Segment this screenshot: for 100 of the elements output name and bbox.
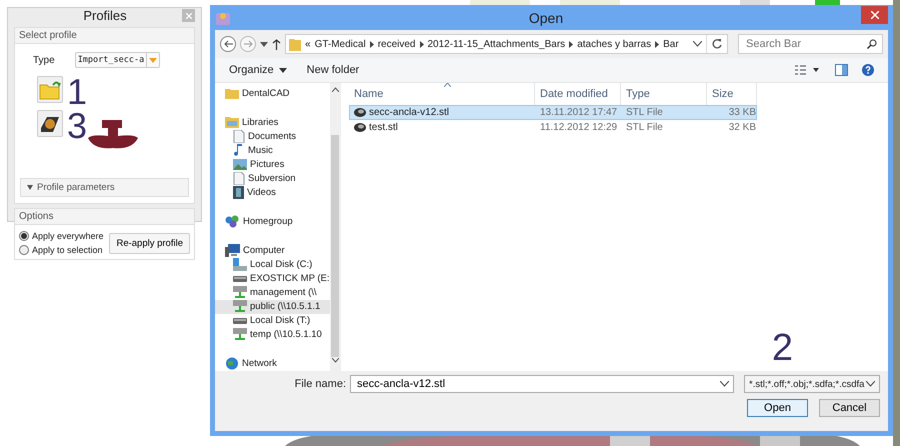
group-title: Options (15, 209, 194, 225)
chevron-down-icon (332, 358, 338, 363)
radio-label: Apply everywhere (32, 231, 104, 241)
caret-icon (278, 68, 287, 72)
mesh-file-icon (354, 123, 366, 132)
breadcrumb[interactable]: received (378, 38, 416, 50)
back-button[interactable] (220, 36, 236, 52)
panel-title: Profiles (82, 8, 128, 23)
document-icon (233, 130, 245, 143)
open-folder-button[interactable] (37, 76, 63, 103)
nav-item[interactable]: Homegroup (215, 214, 330, 228)
nav-item[interactable]: temp (\\10.5.1.10 (215, 328, 330, 342)
save-drive-button[interactable] (37, 110, 63, 137)
step-number: 3 (67, 108, 88, 144)
nav-item[interactable]: Documents (215, 129, 330, 144)
up-arrow-icon (272, 38, 281, 50)
nav-item[interactable]: Local Disk (T:) (215, 314, 330, 328)
help-button[interactable] (862, 64, 874, 76)
music-note-icon (233, 144, 245, 157)
mesh-file-icon (354, 108, 366, 117)
drive-icon (233, 258, 247, 272)
radio-button[interactable] (19, 245, 29, 255)
nav-item[interactable]: Local Disk (C:) (215, 258, 330, 272)
type-cell-text: STL File (625, 122, 664, 133)
nav-item[interactable]: EXOSTICK MP (E: (215, 272, 330, 286)
breadcrumb[interactable]: 2012-11-15_Attachments_Bars (428, 38, 566, 50)
close-icon (186, 12, 192, 18)
file-name: secc-ancla-v12.stl (369, 107, 450, 118)
file-type-dropdown[interactable]: *.stl;*.off;*.obj;*.sdfa;*.csdfa (744, 375, 880, 393)
size-cell-text: 33 KB (728, 107, 757, 118)
help-icon (862, 64, 874, 76)
drive-icon (233, 318, 247, 324)
chevron-icon (370, 40, 374, 48)
view-options-button[interactable] (795, 65, 821, 75)
list-view-icon (795, 65, 821, 75)
history-dropdown[interactable] (260, 42, 268, 46)
nav-item[interactable]: Pictures (215, 157, 330, 172)
type-cell-text: STL File (625, 107, 664, 118)
chevron-icon (569, 40, 574, 48)
nav-item[interactable]: Network (215, 356, 330, 371)
caret-icon (27, 185, 33, 190)
group-title: Select profile (15, 28, 194, 44)
search-icon (867, 39, 877, 49)
file-name-label: File name: (294, 378, 346, 390)
date-cell-text: 11.12.2012 12:29 (539, 122, 618, 133)
organize-menu[interactable]: Organize (229, 64, 287, 76)
nav-item[interactable]: Music (215, 143, 330, 158)
type-label: Type (33, 54, 55, 66)
drive-icon (233, 276, 247, 282)
preview-pane-button[interactable] (835, 64, 848, 76)
chevron-down-icon (693, 41, 702, 47)
date-cell-text: 13.11.2012 17:47 (539, 107, 618, 118)
preview-pane-icon (835, 64, 848, 76)
document-icon (233, 172, 245, 185)
close-button[interactable] (861, 6, 888, 24)
network-drive-icon (233, 328, 247, 342)
breadcrumb[interactable]: Bar (663, 38, 679, 50)
type-dropdown[interactable]: Import_secc-a (74, 52, 160, 68)
profile-parameters-toggle[interactable]: Profile parameters (20, 178, 189, 197)
open-button[interactable]: Open (747, 399, 808, 417)
monitor-icon (225, 244, 240, 258)
globe-icon (225, 357, 239, 370)
people-icon (225, 214, 240, 228)
up-button[interactable] (272, 38, 281, 50)
reapply-button[interactable]: Re-apply profile (109, 232, 190, 254)
folder-icon (39, 80, 61, 100)
breadcrumb[interactable]: « (305, 38, 311, 50)
chevron-down-icon (866, 381, 875, 387)
scrollbar[interactable] (330, 83, 340, 371)
nav-item[interactable]: management (\\ (215, 286, 330, 300)
new-folder-button[interactable]: New folder (306, 64, 360, 76)
cancel-button[interactable]: Cancel (819, 399, 880, 417)
size-cell-text: 32 KB (728, 122, 757, 133)
forward-arrow-icon (244, 40, 252, 48)
nav-item[interactable]: Computer (215, 244, 330, 258)
step-number: 1 (67, 74, 88, 110)
address-field[interactable]: « GT-Medical received 2012-11-15_Attachments_Bars ataches y barras Bar (285, 34, 728, 54)
nav-item[interactable]: DentalCAD (215, 86, 330, 100)
chevron-down-icon (720, 381, 729, 387)
breadcrumb[interactable]: GT-Medical (314, 38, 366, 50)
chevron-up-icon (332, 87, 338, 92)
nav-item[interactable]: Libraries (215, 115, 330, 130)
network-drive-icon (233, 286, 247, 300)
close-icon (870, 11, 878, 19)
radio-label: Apply to selection (32, 245, 103, 255)
breadcrumb[interactable]: ataches y barras (577, 38, 652, 50)
nav-item[interactable]: public (\\10.5.1.1 (215, 300, 330, 314)
back-arrow-icon (224, 40, 232, 48)
caret-icon (149, 58, 158, 62)
chevron-icon (655, 40, 660, 48)
library-icon (225, 116, 239, 128)
radio-button[interactable] (19, 231, 29, 241)
step-number: 2 (772, 329, 793, 367)
image-icon (233, 158, 247, 170)
nav-item[interactable]: Videos (215, 185, 330, 200)
file-name-field[interactable]: secc-ancla-v12.stl (350, 375, 734, 393)
nav-item[interactable]: Subversion (215, 171, 330, 186)
search-field[interactable]: Search Bar (738, 34, 883, 54)
file-row[interactable]: test.stl 11.12.2012 12:29 STL File 32 KB (349, 120, 757, 135)
file-row[interactable]: secc-ancla-v12.stl 13.11.2012 17:47 STL File 33 KB (349, 105, 757, 120)
